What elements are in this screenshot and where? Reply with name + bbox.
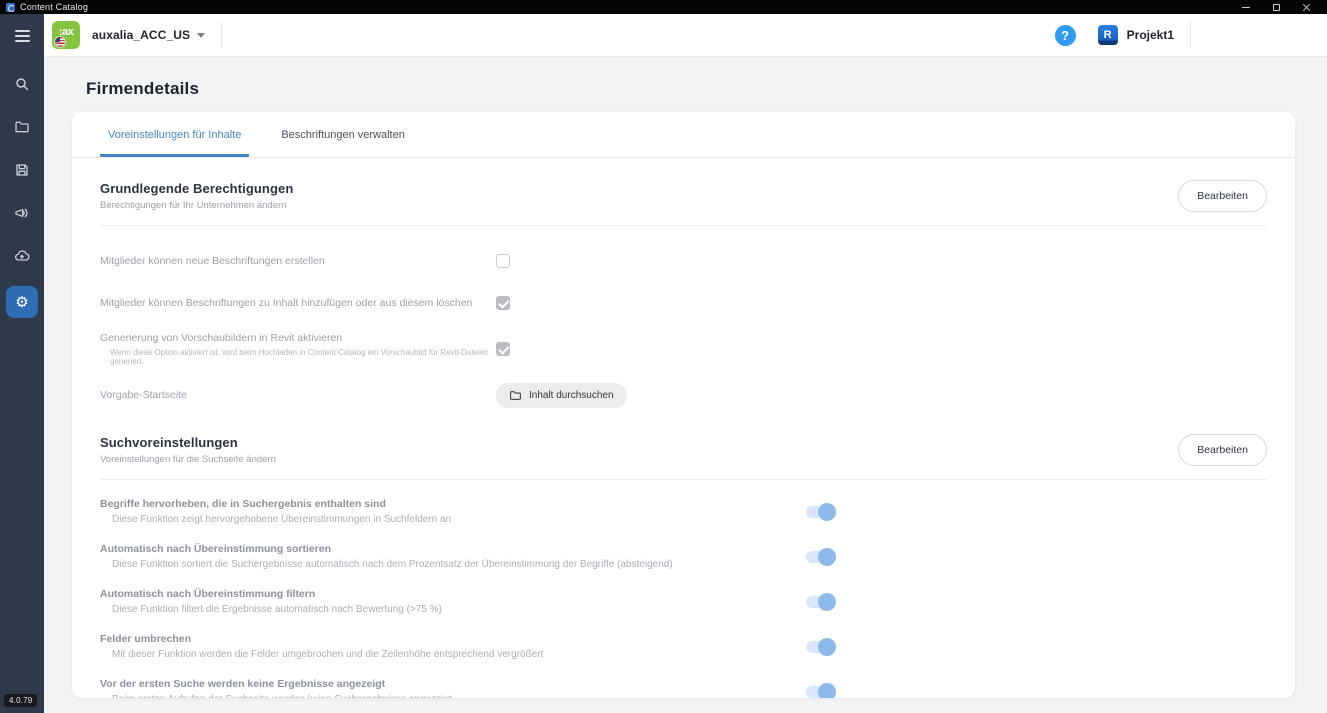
tab-beschriftungen[interactable]: Beschriftungen verwalten <box>273 112 413 157</box>
divider <box>1190 22 1191 48</box>
browse-content-label: Inhalt durchsuchen <box>529 390 614 401</box>
permission-label: Mitglieder können Beschriftungen zu Inha… <box>100 297 496 309</box>
toggle-row: Begriffe hervorheben, die in Suchergebni… <box>100 498 1267 525</box>
maximize-icon <box>1273 4 1280 11</box>
permissions-section-header: Grundlegende Berechtigungen Berechtigung… <box>100 180 1267 226</box>
toggle-knob <box>818 548 836 566</box>
sidebar-item-announce[interactable] <box>6 200 38 226</box>
search-icon <box>14 76 30 92</box>
permission-label: Mitglieder können neue Beschriftungen er… <box>100 255 496 267</box>
megaphone-icon <box>14 205 30 221</box>
company-selector[interactable]: auxalia_ACC_US <box>92 28 190 42</box>
section-subtitle: Berechtigungen für Ihr Unternehmen änder… <box>100 200 293 211</box>
sidebar-item-cloud-upload[interactable] <box>6 243 38 269</box>
folder-icon <box>509 389 522 402</box>
search-prefs-rows: Begriffe hervorheben, die in Suchergebni… <box>100 480 1267 698</box>
hamburger-icon <box>15 30 30 42</box>
titlebar: Content Catalog <box>0 0 1327 14</box>
toggle-row: Felder umbrechen Mit dieser Funktion wer… <box>100 633 1267 660</box>
toggle-knob <box>818 593 836 611</box>
save-icon <box>14 162 30 178</box>
start-page-label: Vorgabe-Startseite <box>100 389 496 401</box>
toggle-knob <box>818 503 836 521</box>
checkbox-generate-previews[interactable] <box>496 342 510 356</box>
chevron-down-icon[interactable] <box>197 33 205 38</box>
sidebar: ⚙ 4.0.79 <box>0 14 44 713</box>
help-button[interactable]: ? <box>1055 25 1076 46</box>
section-title: Grundlegende Berechtigungen <box>100 181 293 196</box>
settings-card: Voreinstellungen für Inhalte Beschriftun… <box>72 112 1295 698</box>
version-badge: 4.0.79 <box>4 694 37 707</box>
permission-label: Generierung von Vorschaubildern in Revit… <box>100 332 496 344</box>
content-catalog-app-icon <box>6 3 15 12</box>
toggle-label: Felder umbrechen <box>100 633 806 645</box>
section-title: Suchvoreinstellungen <box>100 435 276 450</box>
toggle-row: Automatisch nach Übereinstimmung filtern… <box>100 588 1267 615</box>
close-icon <box>1302 3 1311 12</box>
toggle-wrap-fields[interactable] <box>806 641 834 653</box>
sidebar-nav: ⚙ <box>6 71 38 318</box>
window-controls <box>1231 0 1321 14</box>
sidebar-item-folder[interactable] <box>6 114 38 140</box>
checkbox-add-remove-annotations[interactable] <box>496 296 510 310</box>
tab-voreinstellungen[interactable]: Voreinstellungen für Inhalte <box>100 112 249 157</box>
page-title: Firmendetails <box>86 79 1327 99</box>
edit-permissions-button[interactable]: Bearbeiten <box>1178 180 1267 212</box>
menu-button[interactable] <box>0 14 44 57</box>
permission-row: Mitglieder können neue Beschriftungen er… <box>100 240 1267 282</box>
toggle-row: Vor der ersten Suche werden keine Ergebn… <box>100 678 1267 698</box>
search-prefs-section-header: Suchvoreinstellungen Voreinstellungen fü… <box>100 434 1267 480</box>
toggle-description: Diese Funktion sortiert die Suchergebnis… <box>112 559 806 570</box>
permission-row: Mitglieder können Beschriftungen zu Inha… <box>100 282 1267 324</box>
toggle-highlight-terms[interactable] <box>806 506 834 518</box>
gear-icon: ⚙ <box>15 295 28 310</box>
toggle-label: Vor der ersten Suche werden keine Ergebn… <box>100 678 806 690</box>
topbar: :ax auxalia_ACC_US ? R Projekt1 <box>44 14 1327 57</box>
sidebar-item-search[interactable] <box>6 71 38 97</box>
maximize-button[interactable] <box>1261 0 1291 14</box>
section-subtitle: Voreinstellungen für die Suchseite änder… <box>100 454 276 465</box>
toggle-auto-sort[interactable] <box>806 551 834 563</box>
toggle-description: Mit dieser Funktion werden die Felder um… <box>112 649 806 660</box>
close-button[interactable] <box>1291 0 1321 14</box>
minimize-icon <box>1242 7 1250 8</box>
permissions-rows: Mitglieder können neue Beschriftungen er… <box>100 226 1267 416</box>
auxalia-logo: :ax <box>52 21 80 49</box>
toggle-no-results-before-search[interactable] <box>806 686 834 698</box>
minimize-button[interactable] <box>1231 0 1261 14</box>
toggle-label: Automatisch nach Übereinstimmung filtern <box>100 588 806 600</box>
divider <box>221 22 222 48</box>
toggle-label: Begriffe hervorheben, die in Suchergebni… <box>100 498 806 510</box>
toggle-row: Automatisch nach Übereinstimmung sortier… <box>100 543 1267 570</box>
checkbox-create-annotations[interactable] <box>496 254 510 268</box>
window-title: Content Catalog <box>20 2 88 12</box>
permission-row: Generierung von Vorschaubildern in Revit… <box>100 324 1267 374</box>
project-name: Projekt1 <box>1127 28 1174 42</box>
toggle-description: Beim ersten Aufrufen der Suchseite werde… <box>112 694 806 698</box>
app-window: Content Catalog <box>0 0 1327 713</box>
browse-content-button[interactable]: Inhalt durchsuchen <box>496 383 627 408</box>
sidebar-item-settings[interactable]: ⚙ <box>6 286 38 318</box>
permission-row: Vorgabe-Startseite Inhalt durchsuchen <box>100 374 1267 416</box>
us-flag-icon <box>55 37 65 47</box>
folder-icon <box>14 119 30 135</box>
revit-project-chip[interactable]: R Projekt1 <box>1098 25 1174 45</box>
tab-bar: Voreinstellungen für Inhalte Beschriftun… <box>72 112 1295 158</box>
main-content: Firmendetails Voreinstellungen für Inhal… <box>44 57 1327 713</box>
permission-note: Wenn diese Option aktiviert ist, wird be… <box>110 348 496 366</box>
toggle-description: Diese Funktion filtert die Ergebnisse au… <box>112 604 806 615</box>
toggle-knob <box>818 638 836 656</box>
revit-icon: R <box>1098 25 1118 45</box>
toggle-knob <box>818 683 836 699</box>
edit-search-prefs-button[interactable]: Bearbeiten <box>1178 434 1267 466</box>
toggle-description: Diese Funktion zeigt hervorgehobene Über… <box>112 514 806 525</box>
sidebar-item-save[interactable] <box>6 157 38 183</box>
toggle-auto-filter[interactable] <box>806 596 834 608</box>
cloud-upload-icon <box>14 248 30 264</box>
toggle-label: Automatisch nach Übereinstimmung sortier… <box>100 543 806 555</box>
